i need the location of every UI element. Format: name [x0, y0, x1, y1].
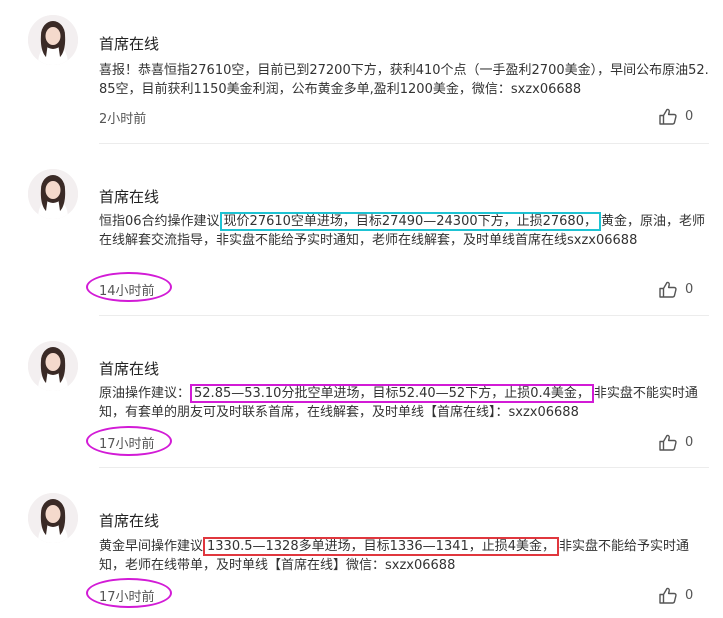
like-count: 0 [685, 109, 694, 124]
content-text: 恒指06合约操作建议 [99, 214, 220, 229]
highlight-box: 现价27610空单进场，目标27490—24300下方，止损27680， [219, 212, 601, 231]
divider [99, 315, 709, 316]
content-text: 喜报！恭喜恒指27610空，目前已到27200下方，获利410个点（一手盈利27… [99, 63, 709, 97]
post-time: 17小时前 [99, 437, 155, 452]
thumbs-up-icon [659, 281, 677, 298]
author-name[interactable]: 首席在线 [99, 33, 159, 54]
like-button[interactable]: 0 [659, 108, 693, 125]
like-button[interactable]: 0 [659, 434, 693, 451]
highlight-box: 52.85—53.10分批空单进场，目标52.40—52下方，止损0.4美金， [190, 384, 594, 403]
divider [99, 143, 709, 144]
thumbs-up-icon [659, 587, 677, 604]
like-count: 0 [685, 282, 694, 297]
like-count: 0 [685, 588, 694, 603]
avatar[interactable] [28, 15, 78, 65]
post-time: 17小时前 [99, 590, 155, 605]
author-name[interactable]: 首席在线 [99, 358, 159, 379]
divider [99, 467, 709, 468]
post-time: 2小时前 [99, 112, 147, 127]
content-text: 黄金早间操作建议 [99, 539, 204, 554]
post-time: 14小时前 [99, 284, 155, 299]
like-count: 0 [685, 435, 694, 450]
thumbs-up-icon [659, 108, 677, 125]
content-text: 原油操作建议： [99, 386, 191, 401]
post-content: 恒指06合约操作建议 现价27610空单进场，目标27490—24300下方，止损… [99, 212, 711, 250]
post-content: 喜报！恭喜恒指27610空，目前已到27200下方，获利410个点（一手盈利27… [99, 61, 711, 99]
author-name[interactable]: 首席在线 [99, 186, 159, 207]
author-name[interactable]: 首席在线 [99, 510, 159, 531]
thumbs-up-icon [659, 434, 677, 451]
avatar[interactable] [28, 169, 78, 219]
post-content: 黄金早间操作建议 1330.5—1328多单进场，目标1336—1341，止损4美… [99, 537, 711, 575]
like-button[interactable]: 0 [659, 281, 693, 298]
like-button[interactable]: 0 [659, 587, 693, 604]
avatar[interactable] [28, 493, 78, 543]
post-content: 原油操作建议： 52.85—53.10分批空单进场，目标52.40—52下方，止损… [99, 384, 711, 422]
avatar[interactable] [28, 341, 78, 391]
highlight-box: 1330.5—1328多单进场，目标1336—1341，止损4美金， [203, 537, 560, 556]
